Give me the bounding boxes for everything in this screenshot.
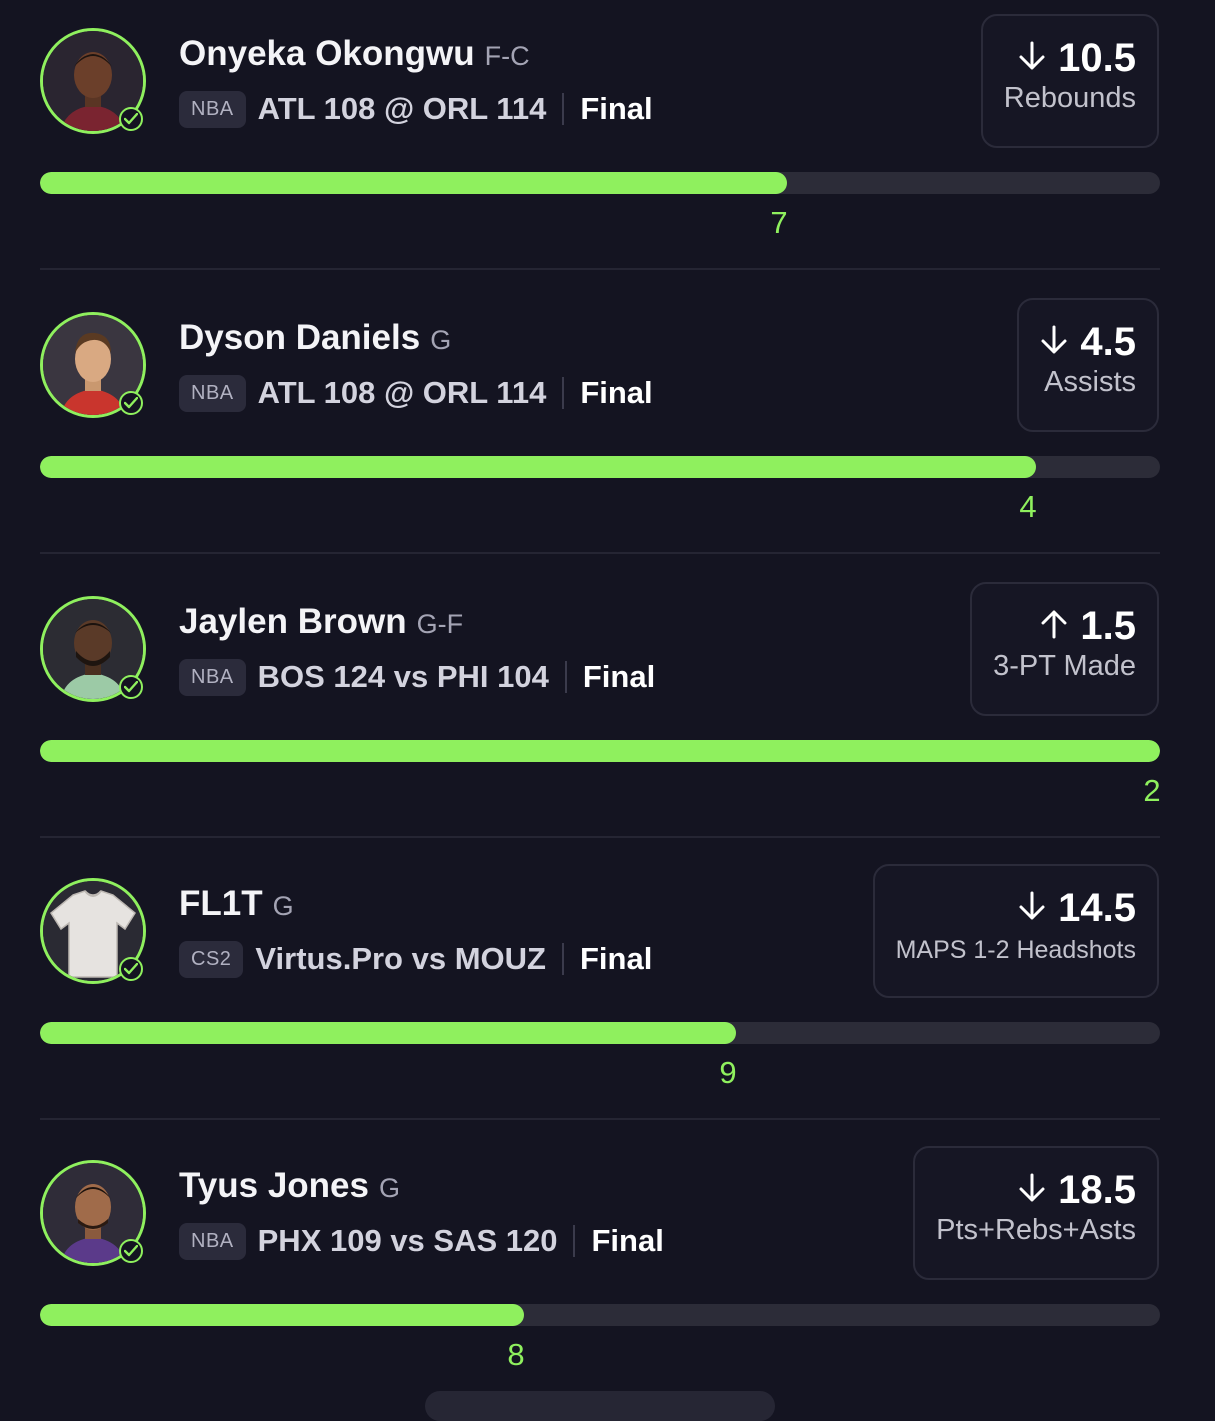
divider <box>40 836 1160 838</box>
pick-card[interactable]: Dyson Daniels G NBA ATL 108 @ ORL 114 Fin… <box>0 284 1215 567</box>
pick-card[interactable]: FL1T G CS2 Virtus.Pro vs MOUZ Final 14.5 … <box>0 850 1215 1133</box>
progress-fill <box>40 456 1036 478</box>
stat-type: Rebounds <box>1003 82 1136 114</box>
verified-check-icon <box>119 107 143 131</box>
line-value: 10.5 <box>1058 35 1136 80</box>
stat-type: Assists <box>1044 366 1136 398</box>
game-status: Final <box>579 941 653 976</box>
arrow-down-icon <box>1018 40 1046 77</box>
projection-box[interactable]: 10.5 Rebounds <box>980 14 1159 148</box>
separator <box>562 93 565 125</box>
line-value: 1.5 <box>1080 603 1136 648</box>
game-status: Final <box>580 91 653 126</box>
player-position: G <box>378 1173 400 1203</box>
game-matchup: PHX 109 vs SAS 120 <box>257 1223 558 1258</box>
line-value: 4.5 <box>1080 319 1136 364</box>
league-badge: NBA <box>179 658 246 696</box>
player-avatar <box>40 878 146 984</box>
player-avatar <box>40 312 146 418</box>
arrow-up-icon <box>1040 608 1068 645</box>
game-matchup: BOS 124 vs PHI 104 <box>257 659 549 694</box>
verified-check-icon <box>119 957 143 981</box>
arrow-down-icon <box>1040 324 1068 361</box>
pick-card[interactable]: Jaylen Brown G-F NBA BOS 124 vs PHI 104 F… <box>0 568 1215 851</box>
player-name[interactable]: FL1T <box>179 884 263 923</box>
progress-fill <box>40 1022 736 1044</box>
line-value: 18.5 <box>1058 1167 1136 1212</box>
game-matchup: ATL 108 @ ORL 114 <box>257 91 547 126</box>
line-value: 14.5 <box>1058 885 1136 930</box>
player-position: F-C <box>484 41 530 71</box>
actual-value: 8 <box>507 1337 525 1372</box>
projection-box[interactable]: 1.5 3-PT Made <box>970 582 1159 716</box>
progress-fill <box>40 172 787 194</box>
pick-card[interactable]: Onyeka Okongwu F-C NBA ATL 108 @ ORL 114 … <box>0 0 1215 283</box>
projection-box[interactable]: 14.5 MAPS 1-2 Headshots <box>872 864 1159 998</box>
verified-check-icon <box>119 1239 143 1263</box>
game-status: Final <box>591 1223 664 1258</box>
progress-track <box>40 1304 1160 1326</box>
verified-check-icon <box>119 391 143 415</box>
league-badge: NBA <box>179 374 246 412</box>
player-name[interactable]: Onyeka Okongwu <box>179 34 475 73</box>
progress-track <box>40 456 1160 478</box>
arrow-down-icon <box>1018 1172 1046 1209</box>
separator <box>562 377 565 409</box>
progress-track <box>40 1022 1160 1044</box>
progress-track <box>40 740 1160 762</box>
game-matchup: Virtus.Pro vs MOUZ <box>255 941 546 976</box>
actual-value: 4 <box>1019 489 1037 524</box>
divider <box>40 552 1160 554</box>
stat-type: 3-PT Made <box>993 650 1136 682</box>
actual-value: 9 <box>719 1055 737 1090</box>
player-name[interactable]: Dyson Daniels <box>179 318 420 357</box>
projection-box[interactable]: 18.5 Pts+Rebs+Asts <box>913 1146 1159 1280</box>
player-name[interactable]: Jaylen Brown <box>179 602 407 641</box>
stat-type: MAPS 1-2 Headshots <box>895 936 1136 964</box>
verified-check-icon <box>119 675 143 699</box>
player-avatar <box>40 1160 146 1266</box>
separator <box>561 943 564 975</box>
game-status: Final <box>580 375 653 410</box>
league-badge: NBA <box>179 90 246 128</box>
progress-fill <box>40 740 1160 762</box>
league-badge: CS2 <box>179 940 244 978</box>
player-avatar <box>40 28 146 134</box>
league-badge: NBA <box>179 1222 246 1260</box>
actual-value: 2 <box>1143 773 1161 808</box>
divider <box>40 268 1160 270</box>
player-name[interactable]: Tyus Jones <box>179 1166 369 1205</box>
player-position: G <box>430 325 452 355</box>
projection-box[interactable]: 4.5 Assists <box>1017 298 1159 432</box>
stat-type: Pts+Rebs+Asts <box>936 1214 1136 1246</box>
separator <box>564 661 567 693</box>
game-matchup: ATL 108 @ ORL 114 <box>257 375 547 410</box>
actual-value: 7 <box>770 205 788 240</box>
player-position: G-F <box>416 609 464 639</box>
progress-track <box>40 172 1160 194</box>
separator <box>573 1225 576 1257</box>
player-avatar <box>40 596 146 702</box>
progress-fill <box>40 1304 524 1326</box>
bottom-sheet-handle[interactable] <box>425 1391 775 1421</box>
divider <box>40 1118 1160 1120</box>
game-status: Final <box>582 659 656 694</box>
arrow-down-icon <box>1018 890 1046 927</box>
pick-card[interactable]: Tyus Jones G NBA PHX 109 vs SAS 120 Final… <box>0 1132 1215 1415</box>
player-position: G <box>272 891 294 921</box>
